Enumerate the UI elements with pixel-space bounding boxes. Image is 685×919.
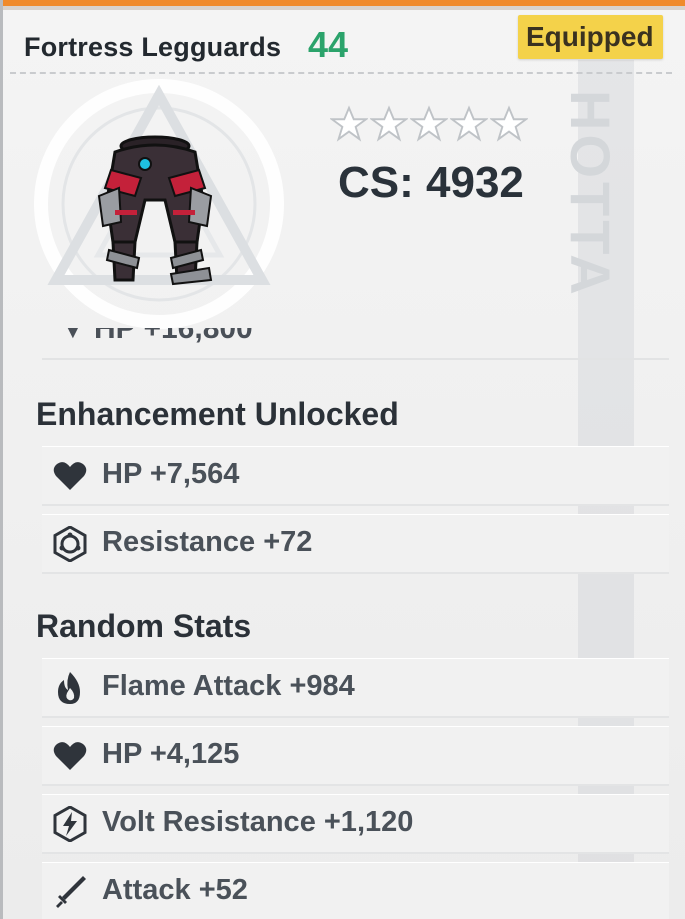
base-stat-row-partial: ▼ HP +16,800: [42, 328, 669, 360]
chevron-down-icon: ▼: [62, 328, 84, 343]
star-icon: [330, 105, 368, 142]
equipped-badge: Equipped: [518, 15, 663, 59]
stat-row: Resistance +72: [42, 514, 669, 574]
sword-icon: [56, 876, 86, 908]
stat-row: HP +7,564: [42, 446, 669, 506]
section-title-enhancement: Enhancement Unlocked: [36, 396, 399, 432]
star-icon: [490, 105, 528, 142]
legguards-icon: [97, 135, 213, 286]
resistance-icon: [53, 526, 87, 562]
section-title-random: Random Stats: [36, 608, 252, 644]
stat-row: HP +4,125: [42, 726, 669, 786]
watermark-text: HOTTA: [559, 90, 622, 299]
item-tooltip-panel: HOTTA Fortress Legguards 44 Equipped CS:…: [0, 0, 685, 919]
star-rating: [330, 105, 530, 145]
combat-score: CS: 4932: [338, 158, 524, 207]
star-icon: [450, 105, 488, 142]
stat-label: Volt Resistance +1,120: [102, 806, 414, 838]
star-icon: [370, 105, 408, 142]
volt-icon: [53, 806, 87, 842]
stat-row: Flame Attack +984: [42, 658, 669, 718]
stat-label: HP +7,564: [102, 458, 240, 490]
stat-label: Flame Attack +984: [102, 670, 355, 702]
panel-left-border: [0, 0, 3, 919]
item-name: Fortress Legguards: [24, 32, 282, 62]
tooltip-header: Fortress Legguards 44 Equipped: [0, 10, 685, 72]
stat-row: Attack +52: [42, 862, 669, 919]
heart-icon: [53, 462, 87, 490]
flame-icon: [58, 672, 80, 704]
header-divider: [10, 72, 672, 74]
stat-label: Attack +52: [102, 874, 248, 906]
heart-icon: [53, 742, 87, 770]
stat-label: HP +4,125: [102, 738, 240, 770]
stat-label: Resistance +72: [102, 526, 313, 558]
stat-row: Volt Resistance +1,120: [42, 794, 669, 854]
equipped-badge-label: Equipped: [526, 21, 654, 52]
base-stat-label: HP +16,800: [94, 328, 253, 345]
star-icon: [410, 105, 448, 142]
item-level: 44: [308, 24, 349, 65]
